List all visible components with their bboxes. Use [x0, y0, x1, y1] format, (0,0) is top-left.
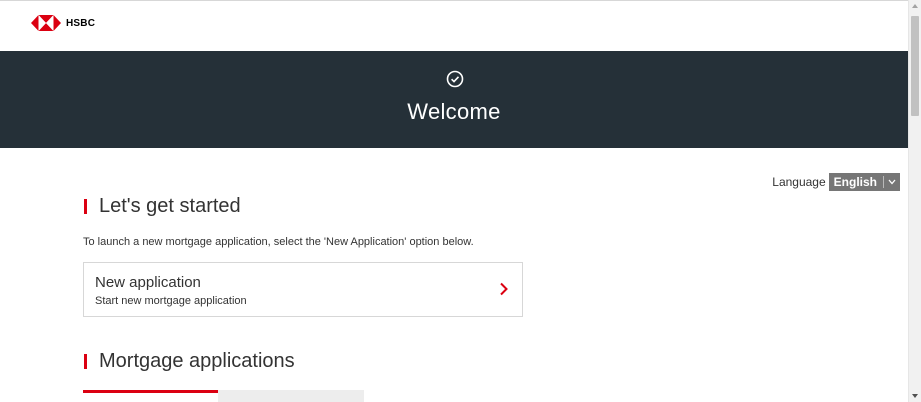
- hsbc-logo[interactable]: HSBC: [31, 15, 95, 31]
- chevron-right-icon: [498, 281, 510, 297]
- page-title: Welcome: [407, 99, 501, 124]
- check-circle-icon: [445, 69, 465, 89]
- new-application-title: New application: [95, 274, 201, 291]
- heading-accent-bar: [84, 354, 87, 369]
- brand-name: HSBC: [66, 17, 96, 29]
- language-selected-value: English: [833, 175, 877, 189]
- vertical-scrollbar[interactable]: [908, 0, 921, 402]
- welcome-banner: Welcome: [0, 51, 908, 148]
- language-selector: Language English: [772, 173, 900, 191]
- language-label: Language: [772, 175, 826, 189]
- chevron-down-icon: [884, 173, 900, 191]
- mortgage-applications-heading: Mortgage applications: [84, 350, 295, 373]
- mortgage-applications-heading-text: Mortgage applications: [99, 350, 295, 372]
- intro-text: To launch a new mortgage application, se…: [83, 236, 474, 248]
- heading-accent-bar: [84, 199, 87, 214]
- language-dropdown[interactable]: English: [828, 173, 900, 191]
- top-header: HSBC: [0, 0, 908, 51]
- scrollbar-thumb[interactable]: [911, 16, 919, 116]
- scroll-up-arrow-icon[interactable]: [912, 4, 918, 8]
- scroll-down-arrow-icon[interactable]: [912, 394, 918, 398]
- get-started-heading-text: Let's get started: [99, 195, 241, 217]
- applications-tab-inactive[interactable]: [218, 390, 364, 402]
- page: HSBC Welcome Language English Let's get …: [0, 0, 908, 402]
- new-application-subtitle: Start new mortgage application: [95, 295, 247, 307]
- applications-tab-active[interactable]: [83, 390, 218, 402]
- new-application-card[interactable]: New application Start new mortgage appli…: [83, 262, 523, 317]
- hsbc-hexagon-logo-icon: [31, 15, 61, 31]
- get-started-heading: Let's get started: [84, 195, 241, 218]
